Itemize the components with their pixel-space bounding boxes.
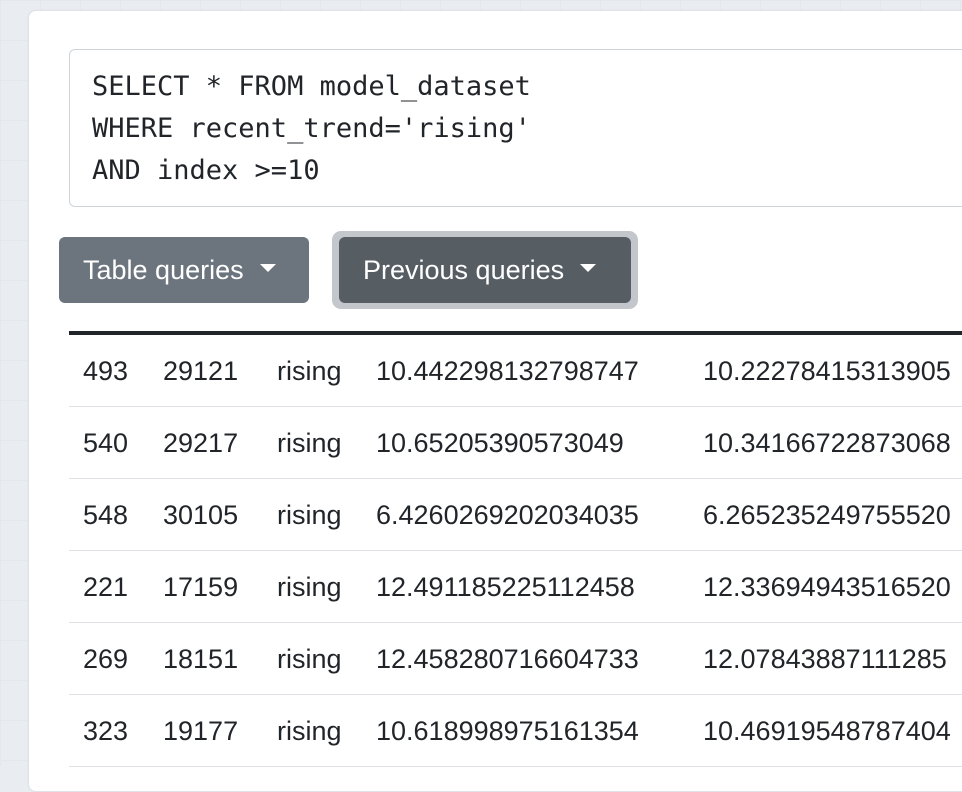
table-row: 540 29217 rising 10.65205390573049 10.34… [69,407,962,479]
table-cell: 6.265235249755520 [703,500,951,530]
table-cell: 29121 [163,356,239,386]
results-table: 493 29121 rising 10.442298132798747 10.2… [69,331,962,767]
sql-query-editor[interactable]: SELECT * FROM model_dataset WHERE recent… [69,49,962,207]
table-cell: 10.22278415313905 [703,356,951,386]
table-cell: 221 [83,572,129,602]
previous-queries-dropdown-button[interactable]: Previous queries [339,237,631,303]
table-cell: 269 [83,644,129,674]
caret-down-icon [259,264,276,272]
table-row: 323 19177 rising 10.618998975161354 10.4… [69,695,962,767]
table-cell: 17159 [163,572,239,602]
table-cell: 12.33694943516520 [703,572,951,602]
table-cell: 540 [83,428,129,458]
table-cell: rising [277,716,342,746]
table-cell: rising [277,500,342,530]
table-row: 493 29121 rising 10.442298132798747 10.2… [69,335,962,407]
table-cell: 18151 [163,644,239,674]
table-cell: 12.491185225112458 [376,572,635,602]
table-row: 269 18151 rising 12.458280716604733 12.0… [69,623,962,695]
table-row: 548 30105 rising 6.4260269202034035 6.26… [69,479,962,551]
table-cell: 323 [83,716,129,746]
table-cell: 493 [83,356,129,386]
table-cell: 29217 [163,428,239,458]
table-cell: 19177 [163,716,239,746]
table-cell: 12.07843887111285 [703,644,947,674]
table-cell: 12.458280716604733 [376,644,639,674]
table-cell: rising [277,356,342,386]
table-queries-dropdown-button[interactable]: Table queries [59,237,309,303]
table-cell: 548 [83,500,129,530]
table-cell: 30105 [163,500,239,530]
table-cell: 10.46919548787404 [703,716,951,746]
table-cell: 10.442298132798747 [376,356,639,386]
table-cell: rising [277,572,342,602]
table-queries-label: Table queries [83,254,244,285]
table-row: 221 17159 rising 12.491185225112458 12.3… [69,551,962,623]
caret-down-icon [580,264,597,272]
table-cell: 10.65205390573049 [376,428,624,458]
previous-queries-label: Previous queries [363,254,565,285]
table-cell: 10.618998975161354 [376,716,639,746]
table-cell: rising [277,428,342,458]
table-cell: rising [277,644,342,674]
table-cell: 6.4260269202034035 [376,500,639,530]
table-cell: 10.34166722873068 [703,428,951,458]
